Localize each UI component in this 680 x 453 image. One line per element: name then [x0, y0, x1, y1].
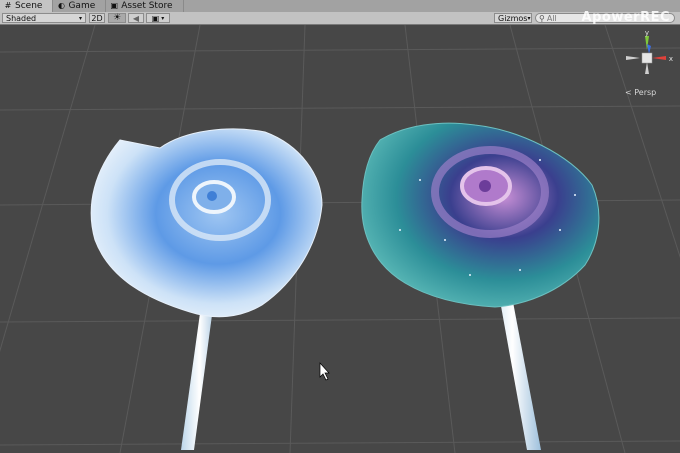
mouse-cursor-icon — [319, 362, 330, 381]
speaker-icon: ◀ — [132, 13, 140, 23]
gizmos-dropdown[interactable]: Gizmos ▾ — [494, 13, 532, 23]
tab-game[interactable]: ◐ Game — [53, 0, 107, 12]
scene-orientation-gizmo[interactable]: y x — [618, 30, 674, 86]
dropdown-arrow-icon: ▾ — [78, 14, 82, 22]
x-axis-neg-cone[interactable] — [626, 56, 640, 60]
scene-audio-toggle[interactable]: ◀ — [128, 13, 144, 23]
scene-toolbar: Shaded ▾ 2D ☀ ◀ ▣ ▾ Gizmos ▾ ⚲ All — [0, 12, 680, 25]
tab-game-label: Game — [68, 1, 96, 11]
scene-icon: # — [4, 1, 12, 10]
search-placeholder: All — [546, 13, 557, 23]
tab-scene[interactable]: # Scene — [0, 0, 54, 12]
x-axis-label: x — [669, 55, 673, 63]
image-icon: ▣ — [151, 13, 160, 23]
game-icon: ◐ — [57, 1, 65, 10]
dropdown-arrow-icon: ▾ — [527, 14, 531, 22]
x-axis-cone[interactable] — [652, 56, 666, 60]
recorder-watermark: ApowerREC — [581, 10, 670, 25]
mode-2d-label: 2D — [91, 13, 103, 23]
gizmos-label: Gizmos — [498, 13, 528, 23]
projection-toggle[interactable]: < Persp — [625, 88, 656, 97]
blue-lollipop[interactable] — [90, 128, 323, 450]
search-icon: ⚲ — [539, 13, 545, 23]
tab-scene-label: Scene — [15, 1, 43, 11]
scene-lighting-toggle[interactable]: ☀ — [108, 13, 126, 23]
projection-label: Persp — [634, 88, 657, 97]
galaxy-lollipop-center — [479, 180, 491, 192]
editor-tab-bar: # Scene ◐ Game ▣ Asset Store — [0, 0, 680, 12]
dropdown-arrow-icon: ▾ — [161, 14, 165, 22]
y-axis-neg-cone[interactable] — [645, 62, 649, 74]
sun-icon: ☀ — [112, 13, 122, 23]
shading-mode-dropdown[interactable]: Shaded ▾ — [2, 13, 86, 23]
mode-2d-toggle[interactable]: 2D — [89, 13, 105, 23]
persp-icon: < — [625, 88, 632, 97]
gizmo-center-cube[interactable] — [641, 52, 653, 64]
y-axis-label: y — [645, 30, 649, 37]
blue-lollipop-center — [207, 191, 217, 201]
scene-effects-dropdown[interactable]: ▣ ▾ — [146, 13, 170, 23]
scene-viewport[interactable] — [0, 25, 680, 453]
shading-mode-value: Shaded — [6, 13, 37, 23]
galaxy-lollipop[interactable] — [361, 122, 600, 450]
blue-lollipop-candy — [90, 128, 323, 318]
tab-asset-store-label: Asset Store — [121, 1, 173, 11]
asset-store-icon: ▣ — [110, 1, 119, 10]
tab-asset-store[interactable]: ▣ Asset Store — [106, 0, 184, 12]
z-axis-cone[interactable] — [647, 44, 651, 54]
